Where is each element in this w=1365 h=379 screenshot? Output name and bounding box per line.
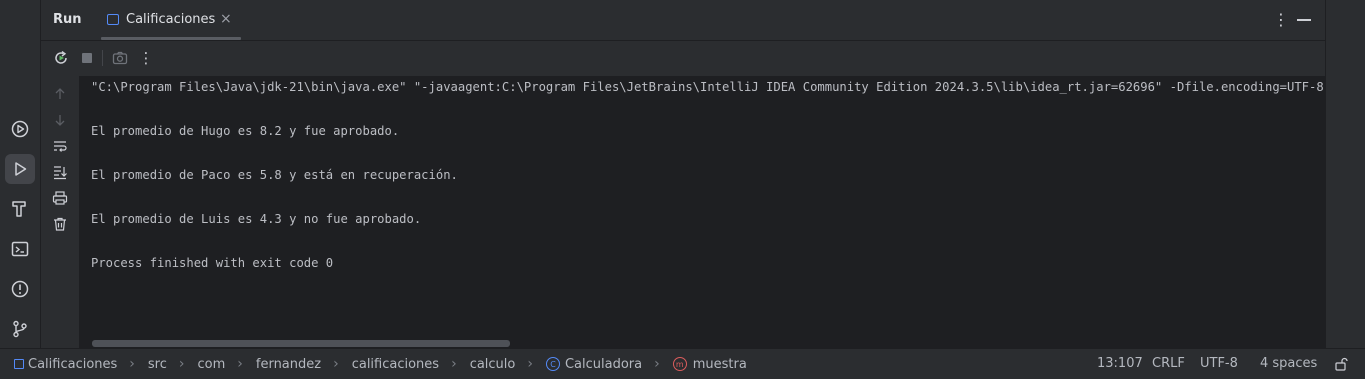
class-icon: C	[545, 357, 560, 371]
console-line-exit: Process finished with exit code 0	[91, 256, 334, 270]
breadcrumb: Calificaciones › src › com › fernandez ›…	[14, 356, 747, 372]
console-actions	[41, 76, 80, 348]
horizontal-scrollbar[interactable]	[92, 340, 510, 347]
screenshot-icon[interactable]	[111, 49, 129, 67]
run-config-icon	[107, 14, 119, 25]
right-tool-strip	[1325, 0, 1365, 348]
chevron-right-icon: ›	[654, 356, 660, 372]
down-arrow-icon[interactable]	[52, 112, 68, 128]
breadcrumb-item[interactable]: muestra	[693, 357, 747, 372]
breadcrumb-item[interactable]: calculo	[470, 357, 516, 372]
services-icon[interactable]	[5, 114, 35, 144]
indent-setting[interactable]: 4 spaces	[1260, 356, 1317, 371]
run-toolbar: ⋮	[41, 41, 1325, 75]
clear-icon[interactable]	[52, 216, 68, 232]
chevron-right-icon: ›	[237, 356, 243, 372]
rerun-icon[interactable]	[52, 49, 70, 67]
module-icon	[14, 359, 24, 369]
breadcrumb-item[interactable]: Calificaciones	[28, 357, 117, 372]
chevron-right-icon: ›	[333, 356, 339, 372]
left-tool-strip	[0, 0, 41, 348]
chevron-right-icon: ›	[451, 356, 457, 372]
tab-label: Calificaciones	[126, 12, 216, 27]
method-icon: m	[672, 357, 687, 371]
up-arrow-icon[interactable]	[52, 86, 68, 102]
build-icon[interactable]	[5, 194, 35, 224]
console-line-command: "C:\Program Files\Java\jdk-21\bin\java.e…	[91, 80, 1324, 94]
breadcrumb-item[interactable]: Calculadora	[565, 357, 642, 372]
breadcrumb-item[interactable]: com	[198, 357, 226, 372]
more-icon[interactable]: ⋮	[137, 49, 155, 67]
toolbar-divider	[102, 50, 103, 66]
terminal-icon[interactable]	[5, 234, 35, 264]
breadcrumb-item[interactable]: fernandez	[256, 357, 321, 372]
lock-icon[interactable]	[1334, 357, 1348, 375]
console-output[interactable]: "C:\Program Files\Java\jdk-21\bin\java.e…	[80, 76, 1325, 348]
file-encoding[interactable]: UTF-8	[1200, 356, 1238, 371]
git-icon[interactable]	[5, 314, 35, 344]
chevron-right-icon: ›	[129, 356, 135, 372]
print-icon[interactable]	[52, 190, 68, 206]
stop-icon[interactable]	[78, 49, 96, 67]
console-line: El promedio de Luis es 4.3 y no fue apro…	[91, 212, 422, 226]
more-options-icon[interactable]: ⋮	[1273, 10, 1289, 29]
line-separator[interactable]: CRLF	[1152, 356, 1185, 371]
run-panel-title: Run	[53, 12, 82, 27]
chevron-right-icon: ›	[178, 356, 185, 372]
status-bar: Calificaciones › src › com › fernandez ›…	[0, 348, 1365, 379]
minimize-icon[interactable]	[1297, 19, 1311, 21]
caret-position[interactable]: 13:107	[1097, 356, 1143, 371]
run-icon[interactable]	[5, 154, 35, 184]
breadcrumb-item[interactable]: src	[148, 357, 167, 372]
soft-wrap-icon[interactable]	[52, 138, 68, 154]
breadcrumb-item[interactable]: calificaciones	[352, 357, 439, 372]
console-line: El promedio de Hugo es 8.2 y fue aprobad…	[91, 124, 400, 138]
tab-selected-indicator	[101, 37, 241, 40]
close-icon[interactable]: ×	[220, 11, 232, 27]
run-panel-header: Run Calificaciones × ⋮	[41, 0, 1325, 41]
problems-icon[interactable]	[5, 274, 35, 304]
console-line: El promedio de Paco es 5.8 y está en rec…	[91, 168, 458, 182]
tab-calificaciones[interactable]: Calificaciones ×	[101, 0, 241, 40]
chevron-right-icon: ›	[527, 356, 533, 372]
scroll-to-end-icon[interactable]	[52, 164, 68, 180]
